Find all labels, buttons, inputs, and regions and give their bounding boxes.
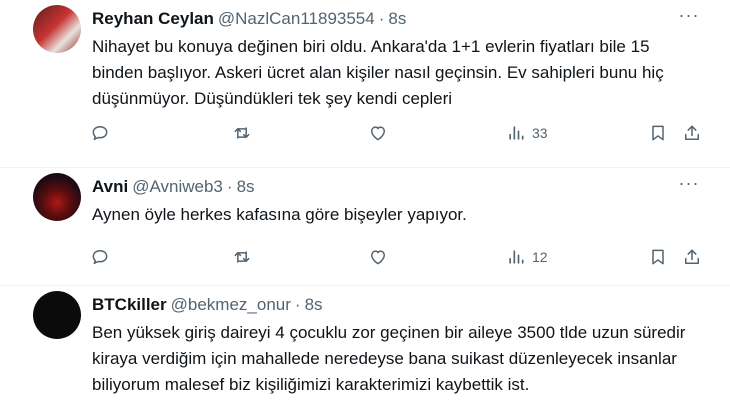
views-count: 33 — [532, 125, 548, 141]
heart-icon — [371, 250, 385, 265]
views-count: 12 — [532, 249, 548, 265]
display-name[interactable]: Avni — [92, 177, 128, 196]
tweet-header: Avni @Avniweb3 · 8s — [92, 176, 255, 198]
retweet-button[interactable] — [232, 242, 252, 272]
separator: · — [294, 295, 301, 314]
tweet-text: Ben yüksek giriş daireyi 4 çocuklu zor g… — [92, 323, 686, 394]
bookmark-button[interactable] — [648, 118, 668, 148]
tweet[interactable]: Reyhan Ceylan @NazlCan11893554 · 8s ··· Nih… — [0, 0, 730, 168]
retweet-button[interactable] — [232, 118, 252, 148]
reply-button[interactable] — [90, 118, 110, 148]
tweet[interactable]: Avni @Avniweb3 · 8s ··· Aynen öyle herkes k… — [0, 168, 730, 286]
retweet-arrows-icon — [234, 127, 250, 139]
timestamp[interactable]: 8s — [388, 9, 406, 28]
tweet-text: Aynen öyle herkes kafasına göre bişeyler… — [92, 205, 467, 224]
share-button[interactable] — [682, 118, 702, 148]
reply-button[interactable] — [90, 242, 110, 272]
user-handle[interactable]: @NazlCan11893554 — [218, 9, 375, 28]
comment-bubble-icon — [92, 126, 108, 141]
bookmark-icon — [652, 125, 664, 141]
retweet-arrows-icon — [234, 251, 250, 263]
bar-chart-icon — [509, 126, 524, 140]
tweet-text: Nihayet bu konuya değinen biri oldu. Ank… — [92, 37, 664, 108]
more-dots-icon[interactable]: ··· — [678, 6, 700, 28]
tweet[interactable]: BTCkiller @bekmez_onur · 8s Ben yüksek giri… — [0, 286, 730, 420]
user-handle[interactable]: @Avniweb3 — [132, 177, 223, 196]
more-dots-icon[interactable]: ··· — [678, 174, 700, 196]
tweet-header: BTCkiller @bekmez_onur · 8s — [92, 294, 323, 316]
separator: · — [226, 177, 233, 196]
tweet-header: Reyhan Ceylan @NazlCan11893554 · 8s — [92, 8, 406, 30]
display-name[interactable]: BTCkiller — [92, 295, 167, 314]
like-button[interactable] — [368, 242, 388, 272]
action-bar: 12 — [82, 242, 712, 272]
avatar[interactable] — [33, 173, 81, 221]
share-upload-icon — [685, 125, 699, 140]
comment-bubble-icon — [92, 250, 108, 265]
views-button[interactable]: 33 — [506, 118, 548, 148]
heart-icon — [371, 126, 385, 141]
separator: · — [378, 9, 385, 28]
share-button[interactable] — [682, 242, 702, 272]
bookmark-icon — [652, 249, 664, 265]
bookmark-button[interactable] — [648, 242, 668, 272]
user-handle[interactable]: @bekmez_onur — [171, 295, 291, 314]
timestamp[interactable]: 8s — [305, 295, 323, 314]
share-upload-icon — [685, 249, 699, 264]
display-name[interactable]: Reyhan Ceylan — [92, 9, 214, 28]
avatar[interactable] — [33, 5, 81, 53]
like-button[interactable] — [368, 118, 388, 148]
views-button[interactable]: 12 — [506, 242, 548, 272]
bar-chart-icon — [509, 250, 524, 264]
action-bar: 33 — [82, 118, 712, 148]
avatar[interactable] — [33, 291, 81, 339]
timestamp[interactable]: 8s — [237, 177, 255, 196]
